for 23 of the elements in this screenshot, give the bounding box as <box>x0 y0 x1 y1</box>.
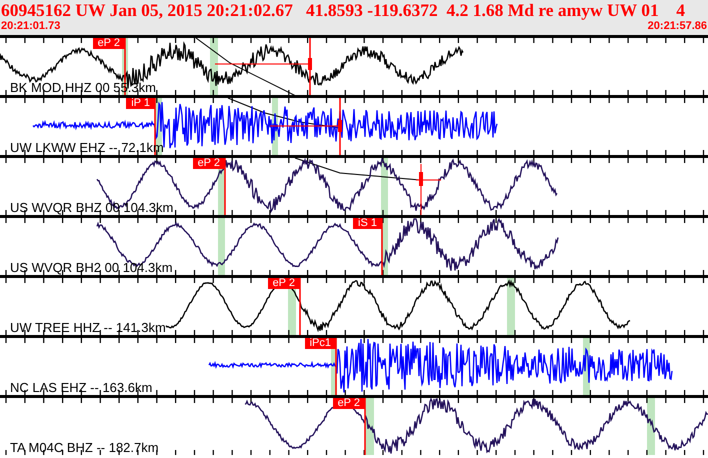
station-label: US WVQR BHZ 00 104.3km <box>10 201 174 215</box>
end-time: 20:21:57.86 <box>648 20 707 33</box>
pick-line[interactable] <box>154 98 156 155</box>
pick-label[interactable]: iS 1 <box>353 218 382 229</box>
pick-label[interactable]: eP 2 <box>92 38 125 49</box>
station-label: UW TREE HHZ -- 141.3km <box>10 321 166 335</box>
start-time: 20:21:01.73 <box>1 20 60 33</box>
pick-label[interactable]: eP 2 <box>332 398 365 409</box>
pick-line[interactable] <box>124 38 126 95</box>
pick-label[interactable]: iPc1 <box>304 338 336 349</box>
pick-line[interactable] <box>381 218 383 275</box>
pick-line[interactable] <box>364 398 366 455</box>
pick-label[interactable]: eP 2 <box>192 158 225 169</box>
pick-label[interactable]: eP 2 <box>268 278 300 289</box>
station-label: US WVQR BH2 00 104.3km <box>10 261 173 275</box>
station-label: NC LAS EHZ -- 163.6km <box>10 381 152 395</box>
pick-window-band <box>507 278 515 335</box>
pick-line[interactable] <box>299 278 301 335</box>
pick-window-band <box>218 218 225 275</box>
amplitude-marker-drawing <box>416 164 442 215</box>
pick-label[interactable]: iP 1 <box>126 98 155 109</box>
station-label: TA M04C BHZ -- 182.7km <box>10 441 159 455</box>
event-summary: 60945162 UW Jan 05, 2015 20:21:02.67 41.8593 -119.6372 4.2 1.68 Md re amyw UW 01 4 <box>0 1 686 20</box>
